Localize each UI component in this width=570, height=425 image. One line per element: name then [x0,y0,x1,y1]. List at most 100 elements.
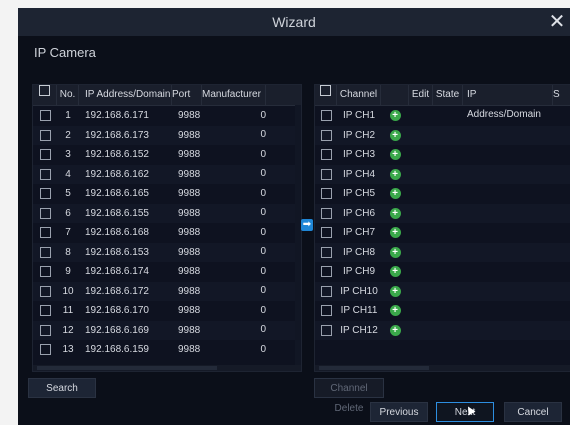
next-button[interactable]: Next [436,402,494,422]
row-checkbox[interactable] [33,129,57,141]
channel-row-checkbox[interactable] [315,266,337,278]
row-checkbox[interactable] [33,266,57,278]
add-channel-icon[interactable]: + [381,149,409,161]
header-manufacturer: Manufacturer [202,85,266,105]
row-checkbox[interactable] [33,324,57,336]
close-icon[interactable]: ✕ [546,9,568,35]
row-checkbox[interactable] [33,110,57,122]
table-row[interactable]: 6 192.168.6.155 9988 0 [33,203,301,223]
add-channel-icon[interactable]: + [381,246,409,258]
channel-row[interactable]: IP CH6 + [315,203,570,223]
row-checkbox[interactable] [33,168,57,180]
add-channel-icon[interactable]: + [381,285,409,297]
add-channel-icon[interactable]: + [381,227,409,239]
row-no: 4 [65,168,71,180]
select-all-channels-checkbox[interactable] [315,85,337,105]
add-channel-icon[interactable]: + [381,129,409,141]
channel-row[interactable]: IP CH4 + [315,164,570,184]
channel-row-checkbox[interactable] [315,149,337,161]
previous-button[interactable]: Previous [370,402,428,422]
row-ip: 192.168.6.162 [85,168,149,180]
header-state: State [433,85,463,105]
channel-row[interactable]: IP CH2 + [315,125,570,145]
row-port: 9988 [178,188,201,200]
add-to-channel-arrow-icon[interactable]: ➡ [301,219,313,231]
channel-row-checkbox[interactable] [315,285,337,297]
search-button[interactable]: Search [28,378,96,398]
row-no: 10 [62,285,74,297]
row-checkbox[interactable] [33,207,57,219]
add-channel-icon[interactable]: + [381,207,409,219]
channel-row-checkbox[interactable] [315,188,337,200]
channel-row[interactable]: IP CH3 + [315,145,570,165]
channel-row[interactable]: IP CH11 + [315,301,570,321]
table-row[interactable]: 9 192.168.6.174 9988 0 [33,262,301,282]
row-port: 9988 [178,246,201,258]
horizontal-scrollbar[interactable] [33,365,301,371]
row-checkbox[interactable] [33,344,57,356]
channel-row[interactable]: IP CH9 + [315,262,570,282]
table-row[interactable]: 3 192.168.6.152 9988 0 [33,145,301,165]
row-checkbox[interactable] [33,227,57,239]
title-bar: Wizard ✕ [18,8,570,36]
cancel-button[interactable]: Cancel [504,402,562,422]
header-channel: Channel [337,85,381,105]
row-checkbox[interactable] [33,246,57,258]
add-channel-icon[interactable]: + [381,110,409,122]
table-row[interactable]: 2 192.168.6.173 9988 0 [33,125,301,145]
row-port: 9988 [178,149,201,161]
channel-row-checkbox[interactable] [315,207,337,219]
table-row[interactable]: 12 192.168.6.169 9988 0 [33,320,301,340]
table-row[interactable]: 4 192.168.6.162 9988 0 [33,164,301,184]
channel-row-checkbox[interactable] [315,324,337,336]
row-port: 9988 [178,207,201,219]
row-checkbox[interactable] [33,149,57,161]
table-row[interactable]: 8 192.168.6.153 9988 0 [33,242,301,262]
dialog-title: Wizard [272,14,316,30]
select-all-checkbox[interactable] [33,85,57,105]
row-port: 9988 [178,266,201,278]
channel-name: IP CH5 [342,188,376,200]
add-channel-icon[interactable]: + [381,188,409,200]
row-ip: 192.168.6.172 [85,285,149,297]
channel-row-checkbox[interactable] [315,246,337,258]
add-channel-icon[interactable]: + [381,305,409,317]
channel-row[interactable]: IP CH7 + [315,223,570,243]
add-channel-icon[interactable]: + [381,168,409,180]
table-row[interactable]: 7 192.168.6.168 9988 0 [33,223,301,243]
vertical-scrollbar[interactable] [295,105,301,365]
table-row[interactable]: 10 192.168.6.172 9988 0 [33,281,301,301]
table-row[interactable]: 1 192.168.6.171 9988 0 [33,106,301,126]
channel-name: IP CH8 [342,246,376,258]
channel-row-checkbox[interactable] [315,129,337,141]
table-row[interactable]: 13 192.168.6.159 9988 0 [33,340,301,360]
section-label: IP Camera [34,45,96,60]
channel-row[interactable]: IP CH5 + [315,184,570,204]
table-row[interactable]: 5 192.168.6.165 9988 0 [33,184,301,204]
channel-row[interactable]: IP CH8 + [315,242,570,262]
channel-row-checkbox[interactable] [315,305,337,317]
wizard-dialog: Wizard ✕ IP Camera No. IP Address/Domain… [18,8,570,425]
header-channel-ip: IP Address/Domain [463,85,553,120]
row-checkbox[interactable] [33,285,57,297]
channel-row-checkbox[interactable] [315,227,337,239]
channel-row-checkbox[interactable] [315,110,337,122]
channel-row[interactable]: IP CH12 + [315,320,570,340]
channel-name: IP CH6 [342,207,376,219]
channel-row-checkbox[interactable] [315,168,337,180]
channel-delete-button[interactable]: Channel Delete [314,378,384,414]
table-row[interactable]: 11 192.168.6.170 9988 0 [33,301,301,321]
header-no: No. [57,85,79,105]
channel-horizontal-scrollbar[interactable] [315,365,570,371]
row-port: 9988 [178,168,201,180]
row-checkbox[interactable] [33,305,57,317]
row-no: 7 [65,227,71,239]
row-no: 3 [65,149,71,161]
row-port: 9988 [178,110,201,122]
channel-row[interactable]: IP CH10 + [315,281,570,301]
add-channel-icon[interactable]: + [381,324,409,336]
row-port: 9988 [178,285,201,297]
add-channel-icon[interactable]: + [381,266,409,278]
row-checkbox[interactable] [33,188,57,200]
channel-name: IP CH2 [342,129,376,141]
